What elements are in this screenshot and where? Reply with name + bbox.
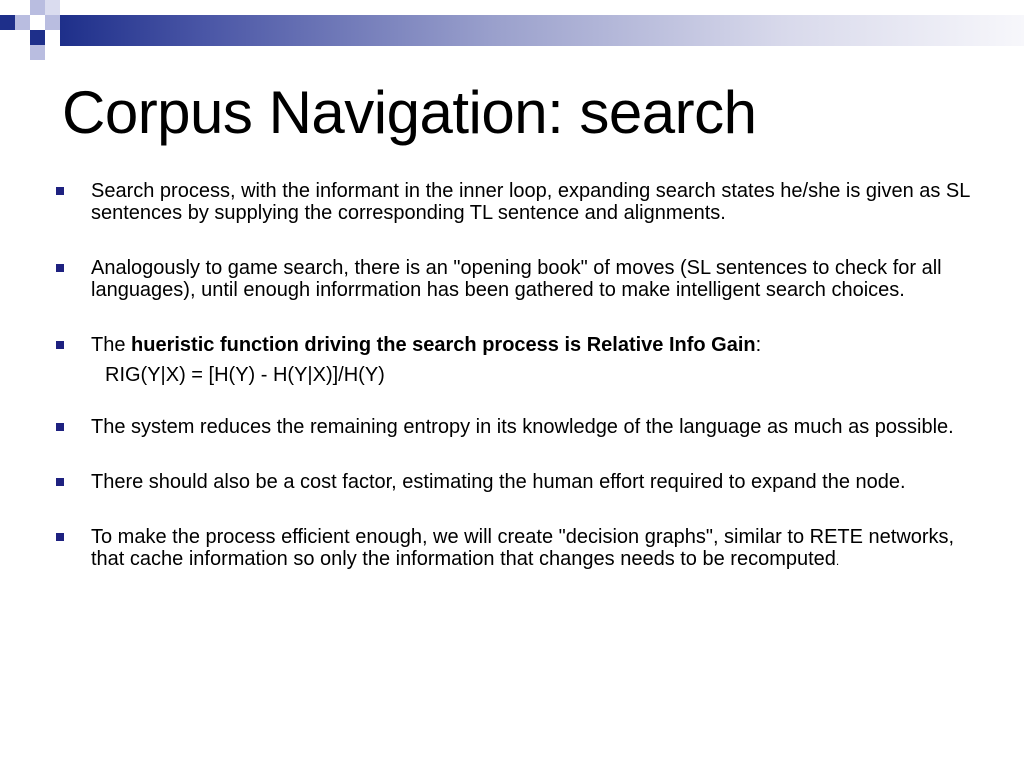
bullet-text: There should also be a cost factor, esti… [91, 471, 906, 493]
bullet-text: Analogously to game search, there is an … [91, 257, 942, 301]
square-bullet-icon [56, 187, 64, 195]
bullet-text: The system reduces the remaining entropy… [91, 416, 954, 438]
header-square-decoration [0, 15, 15, 30]
slide: Corpus Navigation: search Search process… [0, 0, 1024, 768]
header-square-decoration [15, 15, 30, 30]
header-gradient-bar [60, 15, 1024, 46]
bullet-item: Search process, with the informant in th… [56, 180, 986, 224]
square-bullet-icon [56, 264, 64, 272]
square-bullet-icon [56, 341, 64, 349]
bullet-item: The hueristic function driving the searc… [56, 334, 986, 356]
bullet-text: Search process, with the informant in th… [91, 180, 970, 224]
square-bullet-icon [56, 533, 64, 541]
formula-line: RIG(Y|X) = [H(Y) - H(Y|X)]/H(Y) [56, 364, 986, 386]
square-bullet-icon [56, 423, 64, 431]
bullet-trailing-period: . [835, 554, 840, 568]
header-square-decoration [30, 30, 45, 45]
header-square-decoration [45, 0, 60, 15]
bullet-item: The system reduces the remaining entropy… [56, 416, 986, 438]
bullet-item: There should also be a cost factor, esti… [56, 471, 986, 493]
bullet-text-prefix: The [91, 334, 132, 356]
bullet-text-bold: hueristic function driving the search pr… [131, 334, 756, 356]
bullet-text: To make the process efficient enough, we… [91, 526, 955, 570]
formula-text: RIG(Y|X) = [H(Y) - H(Y|X)]/H(Y) [105, 364, 385, 386]
bullet-item: Analogously to game search, there is an … [56, 257, 986, 301]
square-bullet-icon [56, 478, 64, 486]
slide-title: Corpus Navigation: search [62, 79, 757, 146]
header-square-decoration [30, 0, 45, 15]
bullet-list: Search process, with the informant in th… [56, 180, 986, 605]
bullet-item: To make the process efficient enough, we… [56, 526, 986, 572]
header-square-decoration [45, 15, 60, 30]
header-square-decoration [30, 45, 45, 60]
bullet-text-suffix: : [755, 334, 762, 356]
